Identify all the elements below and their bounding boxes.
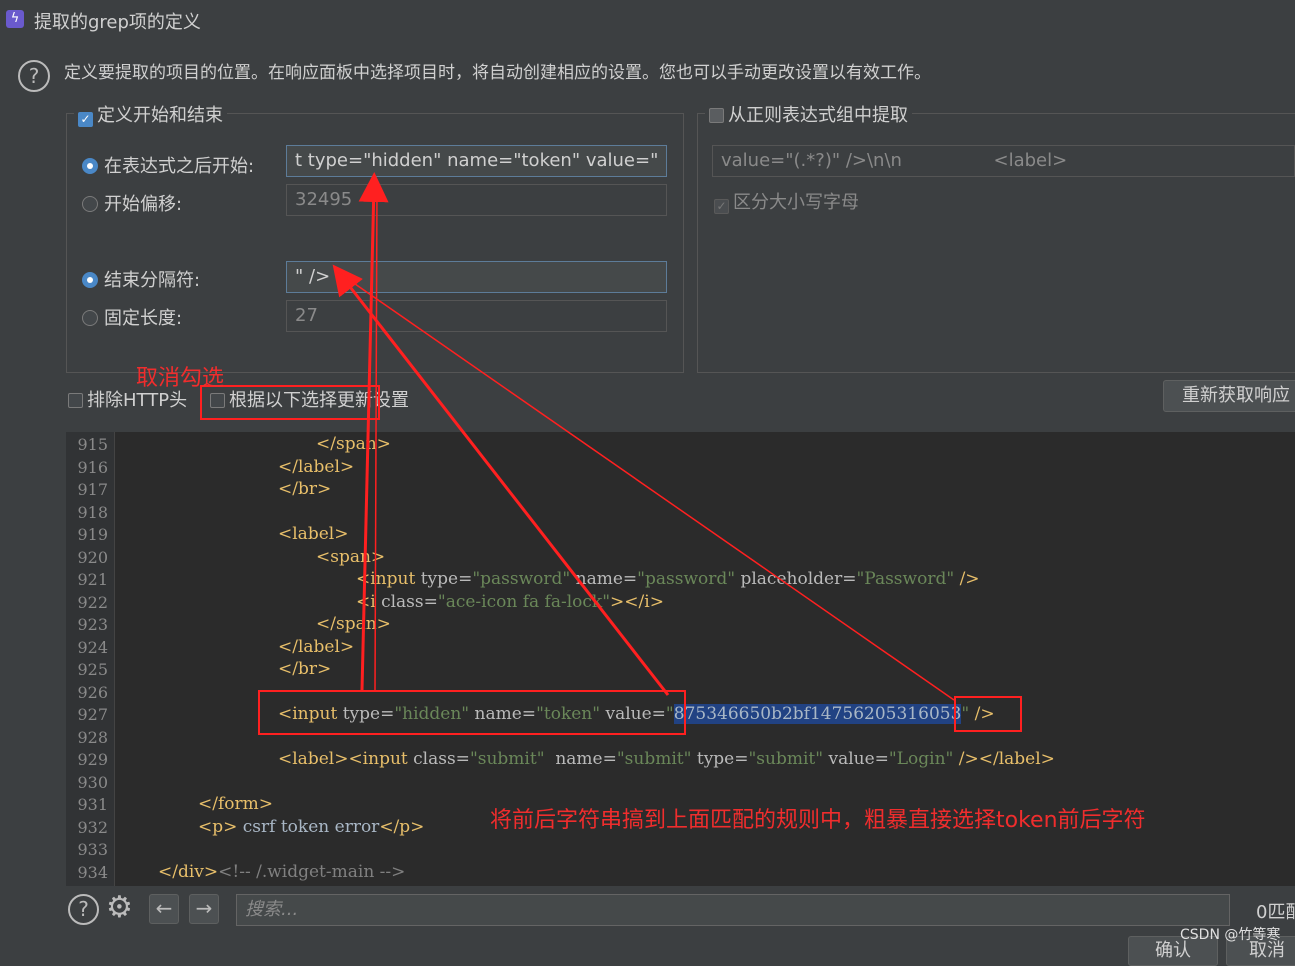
annotation-uncheck: 取消勾选 <box>136 366 225 391</box>
annotation-note: 将前后字符串搞到上面匹配的规则中，粗暴直接选择token前后字符 <box>490 808 1146 833</box>
